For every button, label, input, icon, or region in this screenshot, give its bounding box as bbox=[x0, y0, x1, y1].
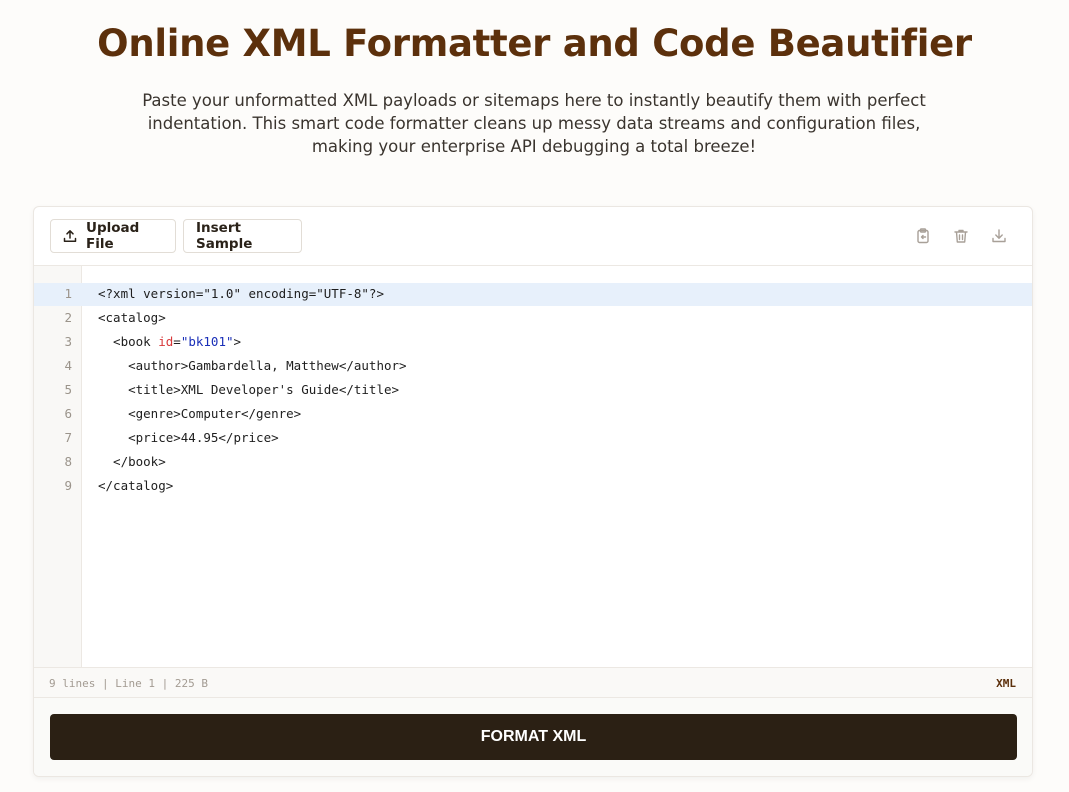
code-line: 5 <title>XML Developer's Guide</title> bbox=[34, 378, 1032, 402]
status-info: 9 lines | Line 1 | 225 B bbox=[49, 677, 208, 690]
code-line: 2 <catalog> bbox=[34, 306, 1032, 330]
line-number: 9 bbox=[64, 478, 72, 493]
line-number: 6 bbox=[64, 406, 72, 421]
page-title: Online XML Formatter and Code Beautifier bbox=[97, 22, 972, 65]
language-badge: XML bbox=[996, 677, 1016, 690]
code-text: <price>44.95</price> bbox=[98, 430, 279, 445]
code-line: 7 <price>44.95</price> bbox=[34, 426, 1032, 450]
upload-file-label: Upload File bbox=[86, 220, 140, 252]
code-text: <catalog> bbox=[98, 310, 166, 325]
code-line: 9 </catalog> bbox=[34, 474, 1032, 498]
tag-close: > bbox=[233, 334, 242, 349]
line-number: 7 bbox=[64, 430, 72, 445]
code-text: <author>Gambardella, Matthew</author> bbox=[98, 358, 407, 373]
code-text: <genre>Computer</genre> bbox=[98, 406, 302, 421]
code-text: </catalog> bbox=[98, 478, 174, 493]
status-bar: 9 lines | Line 1 | 225 B XML bbox=[34, 667, 1032, 698]
download-icon[interactable] bbox=[990, 227, 1008, 245]
line-number: 5 bbox=[64, 382, 72, 397]
formatter-card: Upload File Insert Sample 1 <?xml versio… bbox=[33, 206, 1033, 777]
attribute-equals: = bbox=[173, 334, 181, 349]
copy-icon[interactable] bbox=[914, 227, 932, 245]
trash-icon[interactable] bbox=[952, 227, 970, 245]
tag-open: <book bbox=[98, 334, 159, 349]
action-footer: FORMAT XML bbox=[34, 698, 1032, 776]
upload-icon bbox=[63, 229, 77, 243]
code-text: <book id="bk101"> bbox=[98, 330, 241, 354]
code-text: <title>XML Developer's Guide</title> bbox=[98, 382, 400, 397]
line-number: 1 bbox=[64, 286, 72, 301]
code-text: </book> bbox=[98, 454, 166, 469]
attribute-value: "bk101" bbox=[180, 334, 234, 349]
insert-sample-label: Insert Sample bbox=[196, 220, 253, 252]
line-number: 2 bbox=[64, 310, 72, 325]
format-xml-button[interactable]: FORMAT XML bbox=[50, 714, 1017, 760]
line-number: 3 bbox=[64, 334, 72, 349]
line-number: 4 bbox=[64, 358, 72, 373]
upload-file-button[interactable]: Upload File bbox=[50, 219, 176, 253]
code-line: 6 <genre>Computer</genre> bbox=[34, 402, 1032, 426]
insert-sample-button[interactable]: Insert Sample bbox=[183, 219, 302, 253]
attribute-name: id bbox=[158, 334, 174, 349]
line-number: 8 bbox=[64, 454, 72, 469]
editor-toolbar: Upload File Insert Sample bbox=[34, 207, 1032, 266]
code-line: 1 <?xml version="1.0" encoding="UTF-8"?> bbox=[34, 282, 1032, 306]
page-subtitle: Paste your unformatted XML payloads or s… bbox=[142, 91, 926, 156]
code-line: 8 </book> bbox=[34, 450, 1032, 474]
code-text: <?xml version="1.0" encoding="UTF-8"?> bbox=[98, 286, 384, 301]
code-line: 4 <author>Gambardella, Matthew</author> bbox=[34, 354, 1032, 378]
code-editor[interactable]: 1 <?xml version="1.0" encoding="UTF-8"?>… bbox=[34, 266, 1032, 667]
code-line: 3 <book id="bk101"> bbox=[34, 330, 1032, 354]
